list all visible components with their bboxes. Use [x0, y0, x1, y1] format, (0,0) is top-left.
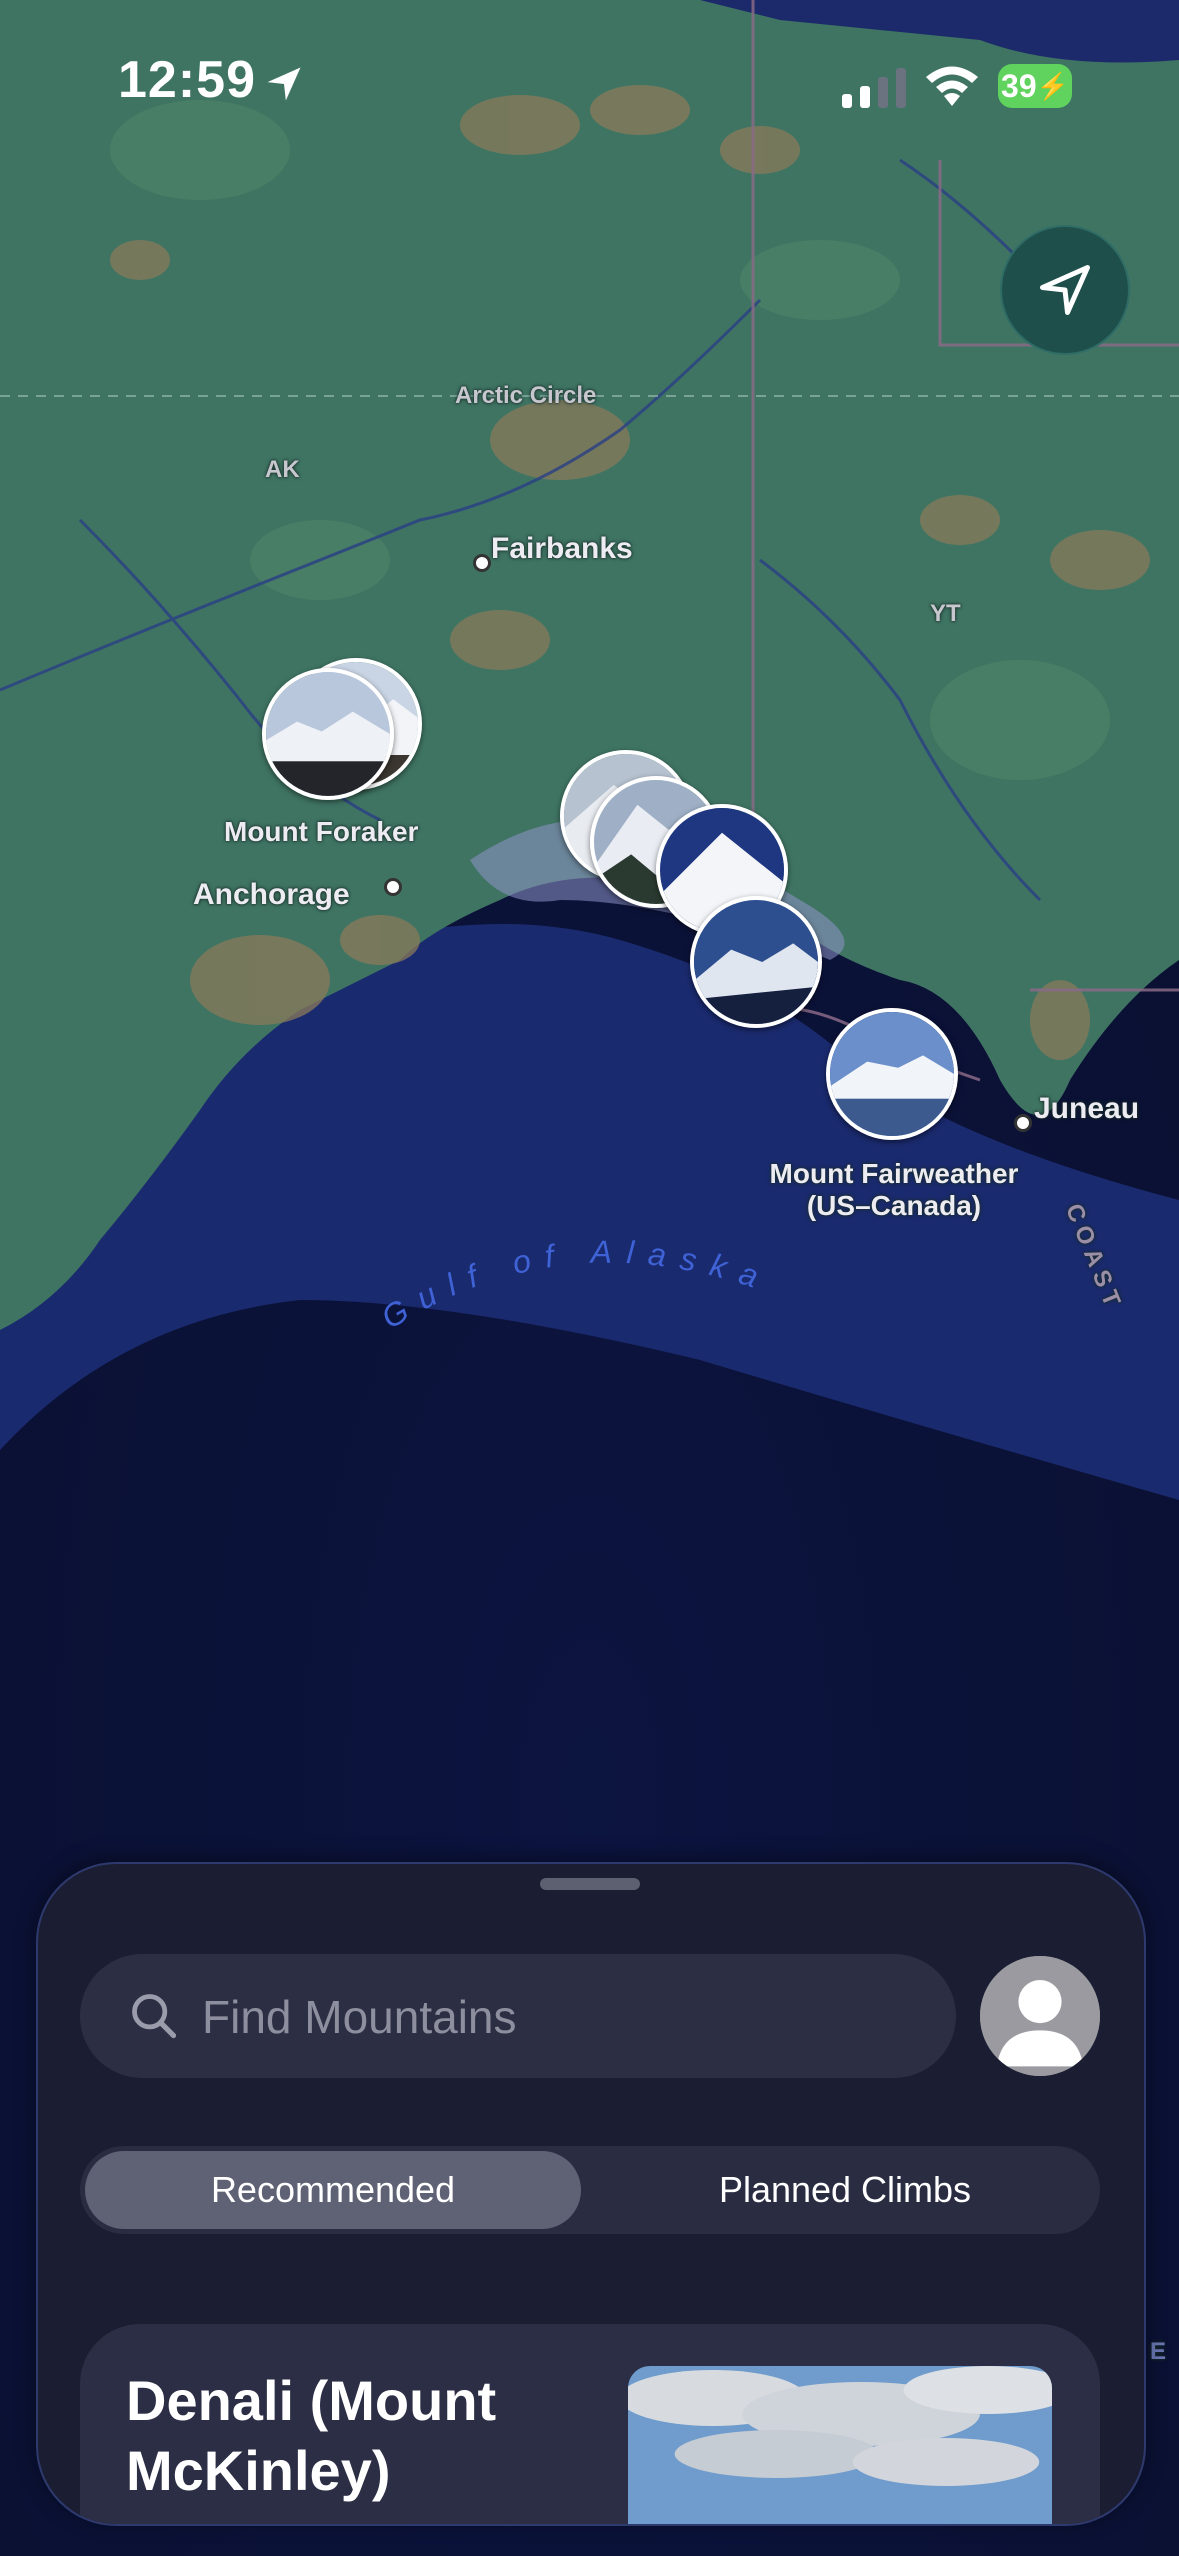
wifi-icon [926, 66, 978, 106]
location-arrow-icon [267, 67, 301, 101]
search-input[interactable] [200, 1954, 924, 2080]
app-screen: Arctic Circle AK Fairbanks YT Mount Fora… [0, 0, 1179, 2556]
mount-fairweather-label[interactable]: Mount Fairweather (US–Canada) [746, 1158, 1042, 1222]
gulf-of-alaska-label: Gulf of Alaska [375, 1234, 776, 1336]
mountain-card-title: Denali (Mount McKinley) [126, 2369, 497, 2502]
locate-me-button[interactable] [1000, 225, 1130, 355]
juneau-label[interactable]: Juneau [1034, 1092, 1139, 1126]
fairbanks-label[interactable]: Fairbanks [491, 532, 633, 566]
sheet-grabber[interactable] [540, 1878, 640, 1890]
anchorage-label[interactable]: Anchorage [193, 878, 350, 912]
tab-recommended[interactable]: Recommended [85, 2151, 581, 2229]
arctic-circle-label: Arctic Circle [455, 382, 597, 409]
search-bar[interactable] [80, 1954, 956, 2080]
juneau-dot [1014, 1114, 1032, 1132]
status-bar: 12:59 39 ⚡ [0, 0, 1179, 170]
mount-foraker-label[interactable]: Mount Foraker [224, 816, 418, 848]
mount-fairweather-pin[interactable] [826, 1008, 958, 1140]
yt-region-label: YT [930, 600, 961, 627]
mount-fairweather-label-line1: Mount Fairweather [769, 1158, 1019, 1189]
tab-planned-climbs[interactable]: Planned Climbs [595, 2151, 1095, 2229]
mountain-card[interactable]: Denali (Mount McKinley) [80, 2324, 1100, 2524]
mountain-card-image [628, 2366, 1052, 2524]
battery-charging-icon: 39 ⚡ [998, 64, 1072, 108]
navigation-arrow-icon [1040, 265, 1090, 315]
mount-fairweather-label-line2: (US–Canada) [806, 1190, 982, 1221]
anchorage-dot [384, 878, 402, 896]
profile-avatar-button[interactable] [980, 1956, 1100, 2076]
battery-level: 39 [1001, 67, 1037, 104]
edge-letter-label: E [1150, 2338, 1167, 2365]
ak-region-label: AK [265, 456, 300, 483]
cellular-signal-icon [842, 68, 906, 108]
mount-foraker-pin[interactable] [262, 668, 394, 800]
segmented-control: Recommended Planned Climbs [80, 2146, 1100, 2234]
bottom-sheet[interactable]: Recommended Planned Climbs Denali (Mount… [36, 1862, 1146, 2526]
search-icon [132, 1994, 177, 2039]
fairbanks-dot [473, 554, 491, 572]
mountain-pin[interactable] [690, 896, 822, 1028]
user-icon [980, 1956, 1100, 2076]
svg-text:Gulf of Alaska: Gulf of Alaska [375, 1234, 776, 1336]
status-time: 12:59 [118, 51, 256, 109]
